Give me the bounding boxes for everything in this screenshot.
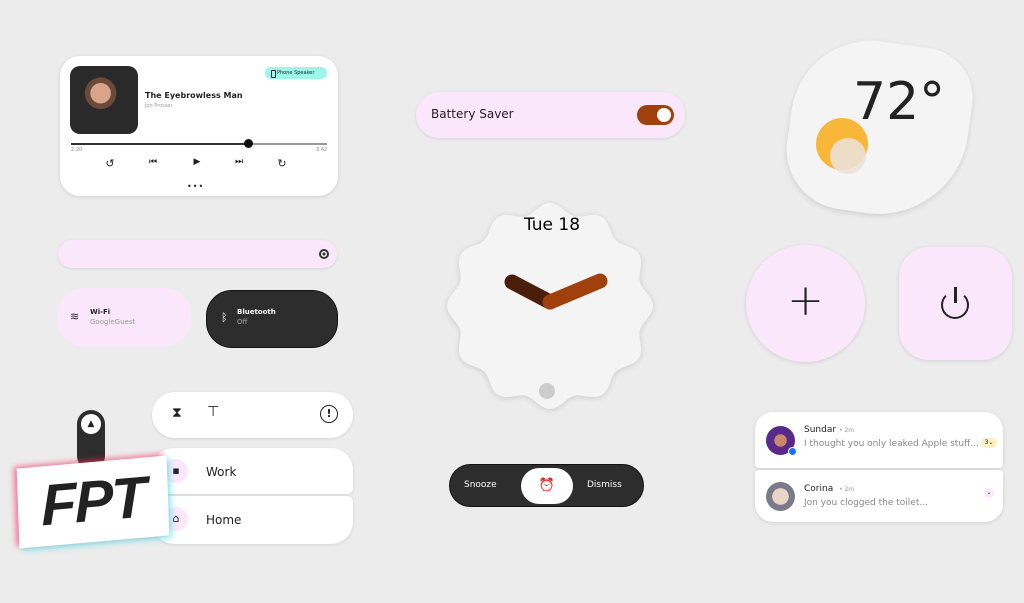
notification-item[interactable]: Sundar • 2m I thought you only leaked Ap… xyxy=(755,412,1003,468)
shortcut-label: Home xyxy=(206,513,242,527)
work-icon: ▪ xyxy=(164,459,188,483)
brightness-icon xyxy=(319,249,329,259)
duration: 3:42 xyxy=(316,147,328,153)
clock-widget: Tue 18 xyxy=(447,203,653,409)
wifi-icon: ≋ xyxy=(70,310,80,323)
avatar xyxy=(766,482,795,511)
message-preview: I thought you only leaked Apple stuff... xyxy=(804,439,979,449)
expand-button[interactable]: ⌄ xyxy=(984,488,994,498)
tile-label: Bluetooth xyxy=(237,308,276,316)
fpt-logo: FPT xyxy=(16,455,170,549)
forward-icon[interactable]: ↻ xyxy=(272,157,292,170)
messenger-icon xyxy=(788,447,797,456)
partly-cloudy-icon xyxy=(816,118,868,174)
battery-saver-label: Battery Saver xyxy=(431,107,514,121)
timestamp: • 2m xyxy=(839,427,855,434)
seek-thumb[interactable] xyxy=(244,139,253,148)
alarm-clock-icon[interactable]: ⏰ xyxy=(521,468,573,504)
bell-icon: ▲ xyxy=(81,414,101,434)
alert-icon[interactable]: ! xyxy=(320,405,338,423)
quick-toolbar: ⧗ ⊤ ! xyxy=(152,392,353,438)
album-art xyxy=(70,66,138,134)
shortcut-label: Work xyxy=(206,465,237,479)
wifi-tile[interactable]: ≋ Wi-Fi GoogleGuest xyxy=(58,288,191,346)
elapsed-time: 2:20 xyxy=(71,147,83,153)
brightness-slider[interactable] xyxy=(58,240,337,268)
tile-status: Off xyxy=(237,318,248,326)
replay-icon[interactable]: ↺ xyxy=(100,157,120,170)
tile-status: GoogleGuest xyxy=(90,318,136,326)
media-player-card: Phone Speaker The Eyebrowless Man Jon Pr… xyxy=(60,56,338,196)
pager-dots: ••• xyxy=(187,182,205,191)
bluetooth-icon: ᛒ xyxy=(221,311,228,324)
second-dot xyxy=(539,383,555,399)
track-artist: Jon Prosser xyxy=(145,103,173,109)
sender-name: Sundar xyxy=(804,425,837,435)
alarm-bar: Snooze ⏰ Dismiss xyxy=(449,464,644,507)
plus-icon: + xyxy=(787,275,824,326)
seek-progress xyxy=(71,142,248,145)
hourglass-icon[interactable]: ⧗ xyxy=(172,405,182,421)
message-preview: Jon you clogged the toilet... xyxy=(804,498,928,508)
add-button[interactable]: + xyxy=(746,245,865,362)
bluetooth-tile[interactable]: ᛒ Bluetooth Off xyxy=(206,290,338,348)
clock-date: Tue 18 xyxy=(523,215,580,235)
shortcut-home[interactable]: ⌂ Home xyxy=(152,496,353,544)
next-icon[interactable]: ⏭ xyxy=(229,157,249,167)
shortcut-work[interactable]: ▪ Work xyxy=(152,448,353,494)
battery-saver-tile[interactable]: Battery Saver xyxy=(416,92,685,138)
output-device-chip[interactable]: Phone Speaker xyxy=(265,67,327,79)
power-button[interactable] xyxy=(899,247,1012,360)
temperature: 72° xyxy=(853,72,946,132)
logo-text: FPT xyxy=(40,464,146,539)
notification-item[interactable]: Corina • 2m Jon you clogged the toilet..… xyxy=(755,470,1003,522)
battery-saver-toggle[interactable] xyxy=(637,105,674,125)
sender-name: Corina xyxy=(804,484,834,494)
dismiss-button[interactable]: Dismiss xyxy=(587,480,622,490)
play-icon[interactable]: ▶ xyxy=(187,157,207,167)
previous-icon[interactable]: ⏮ xyxy=(143,157,163,167)
tile-label: Wi-Fi xyxy=(90,308,111,316)
pin-icon[interactable]: ⊤ xyxy=(207,404,219,420)
timestamp: • 2m xyxy=(839,486,855,493)
snooze-button[interactable]: Snooze xyxy=(464,480,497,490)
expand-count-button[interactable]: 3⌄ xyxy=(981,438,997,448)
track-title: The Eyebrowless Man xyxy=(145,91,243,100)
